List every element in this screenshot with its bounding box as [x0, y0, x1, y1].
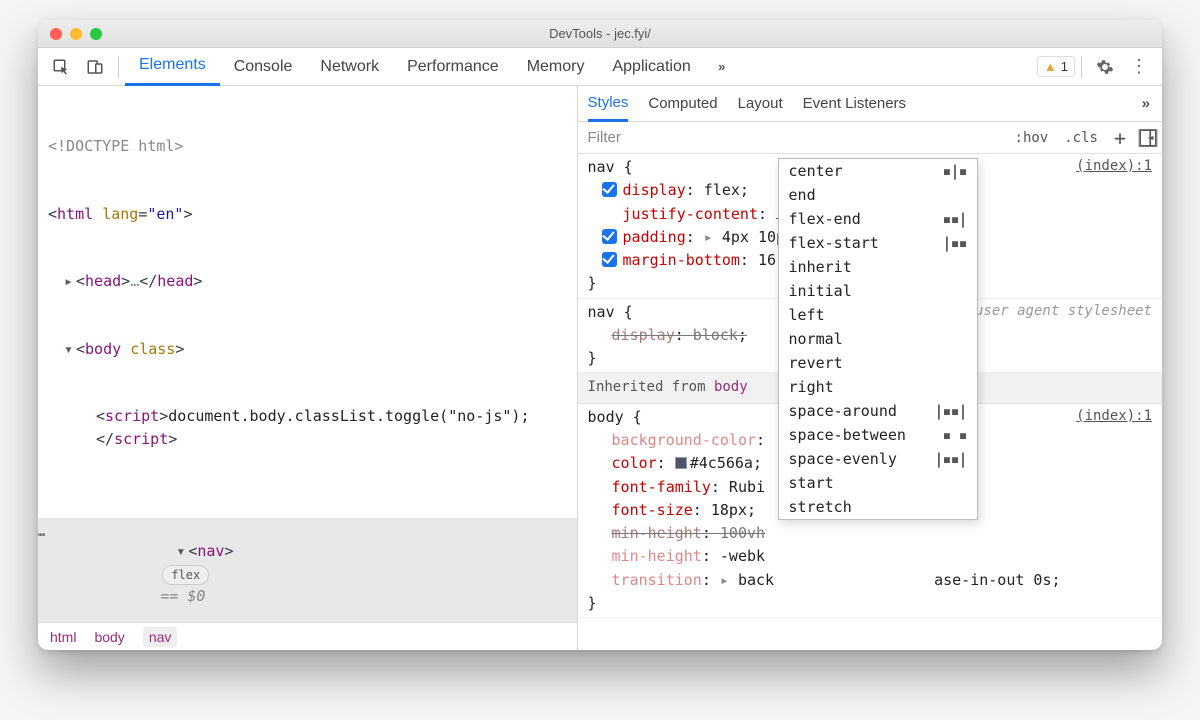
crumb-html[interactable]: html: [50, 629, 76, 645]
tab-performance[interactable]: Performance: [393, 48, 513, 86]
breadcrumb: html body nav: [38, 622, 577, 650]
tab-layout[interactable]: Layout: [738, 86, 783, 122]
main-toolbar: Elements Console Network Performance Mem…: [38, 48, 1162, 86]
dom-script-inline[interactable]: <script>document.body.classList.toggle("…: [48, 405, 577, 450]
ac-option[interactable]: flex-start|▪▪: [779, 231, 977, 255]
ac-option[interactable]: end: [779, 183, 977, 207]
window-titlebar: DevTools - jec.fyi/: [38, 20, 1162, 48]
device-toolbar-icon[interactable]: [78, 52, 112, 82]
decl-checkbox[interactable]: [602, 229, 617, 244]
tab-console[interactable]: Console: [220, 48, 307, 86]
alignment-glyph-icon: |▪▪|: [934, 450, 966, 468]
alignment-glyph-icon: |▪▪|: [934, 402, 966, 420]
flex-badge[interactable]: flex: [162, 565, 209, 585]
dom-doctype: <!DOCTYPE html>: [48, 135, 577, 158]
styles-panel: Styles Computed Layout Event Listeners »…: [578, 86, 1162, 650]
crumb-body[interactable]: body: [94, 629, 124, 645]
styles-filter-row: :hov .cls +: [578, 122, 1162, 154]
settings-icon[interactable]: [1088, 52, 1122, 82]
ac-option[interactable]: inherit: [779, 255, 977, 279]
ac-option[interactable]: initial: [779, 279, 977, 303]
autocomplete-dropdown[interactable]: center▪|▪ end flex-end▪▪| flex-start|▪▪ …: [778, 158, 978, 520]
dom-tree[interactable]: <!DOCTYPE html> <html lang="en"> ▸<head>…: [38, 86, 577, 622]
styles-filter-input[interactable]: [578, 129, 1007, 146]
ac-option[interactable]: right: [779, 375, 977, 399]
ac-option[interactable]: start: [779, 471, 977, 495]
tab-network[interactable]: Network: [306, 48, 393, 86]
more-sidebar-tabs-icon[interactable]: »: [1142, 95, 1152, 112]
ac-option[interactable]: center▪|▪: [779, 159, 977, 183]
warnings-count: 1: [1061, 59, 1068, 74]
crumb-nav[interactable]: nav: [143, 627, 178, 647]
alignment-glyph-icon: ▪|▪: [942, 162, 966, 180]
color-swatch[interactable]: [675, 457, 687, 469]
ac-option[interactable]: revert: [779, 351, 977, 375]
alignment-glyph-icon: ▪▪|: [942, 210, 966, 228]
more-tabs-icon[interactable]: »: [705, 52, 739, 82]
ac-option[interactable]: stretch: [779, 495, 977, 519]
ac-option[interactable]: space-evenly|▪▪|: [779, 447, 977, 471]
ac-option[interactable]: space-around|▪▪|: [779, 399, 977, 423]
alignment-glyph-icon: ▪ ▪: [942, 426, 966, 444]
sidebar-tabs: Styles Computed Layout Event Listeners »: [578, 86, 1162, 122]
ac-option[interactable]: left: [779, 303, 977, 327]
console-ref: == $0: [160, 587, 205, 605]
tab-event-listeners[interactable]: Event Listeners: [803, 86, 906, 122]
decl-checkbox[interactable]: [602, 252, 617, 267]
ac-option[interactable]: normal: [779, 327, 977, 351]
rule-source-link[interactable]: (index):1: [1076, 156, 1152, 178]
tab-elements[interactable]: Elements: [125, 48, 220, 86]
more-options-icon[interactable]: ⋮: [1122, 52, 1156, 82]
decl-checkbox[interactable]: [602, 182, 617, 197]
tab-application[interactable]: Application: [598, 48, 704, 86]
ac-option[interactable]: space-between▪ ▪: [779, 423, 977, 447]
dom-nav-selected[interactable]: ▾<nav> flex == $0: [38, 518, 577, 623]
dom-body-open[interactable]: ▾<body class>: [48, 338, 577, 361]
rule-source-link[interactable]: (index):1: [1076, 406, 1152, 428]
cls-toggle[interactable]: .cls: [1056, 130, 1106, 146]
tab-computed[interactable]: Computed: [648, 86, 717, 122]
rule-source-ua: user agent stylesheet: [975, 301, 1152, 323]
dom-head[interactable]: ▸<head>…</head>: [48, 270, 577, 293]
new-style-rule-icon[interactable]: +: [1106, 126, 1134, 150]
devtools-window: DevTools - jec.fyi/ Elements Console Net…: [38, 20, 1162, 650]
hov-toggle[interactable]: :hov: [1007, 130, 1057, 146]
warning-icon: ▲: [1044, 59, 1057, 74]
tab-memory[interactable]: Memory: [513, 48, 599, 86]
warnings-badge[interactable]: ▲ 1: [1037, 56, 1075, 77]
elements-panel: <!DOCTYPE html> <html lang="en"> ▸<head>…: [38, 86, 578, 650]
ac-option[interactable]: flex-end▪▪|: [779, 207, 977, 231]
inspect-element-icon[interactable]: [44, 52, 78, 82]
alignment-glyph-icon: |▪▪: [942, 234, 966, 252]
dom-html-open[interactable]: <html lang="en">: [48, 203, 577, 226]
tab-styles[interactable]: Styles: [588, 86, 629, 122]
window-title: DevTools - jec.fyi/: [38, 26, 1162, 41]
toggle-computed-sidebar-icon[interactable]: [1138, 129, 1158, 147]
